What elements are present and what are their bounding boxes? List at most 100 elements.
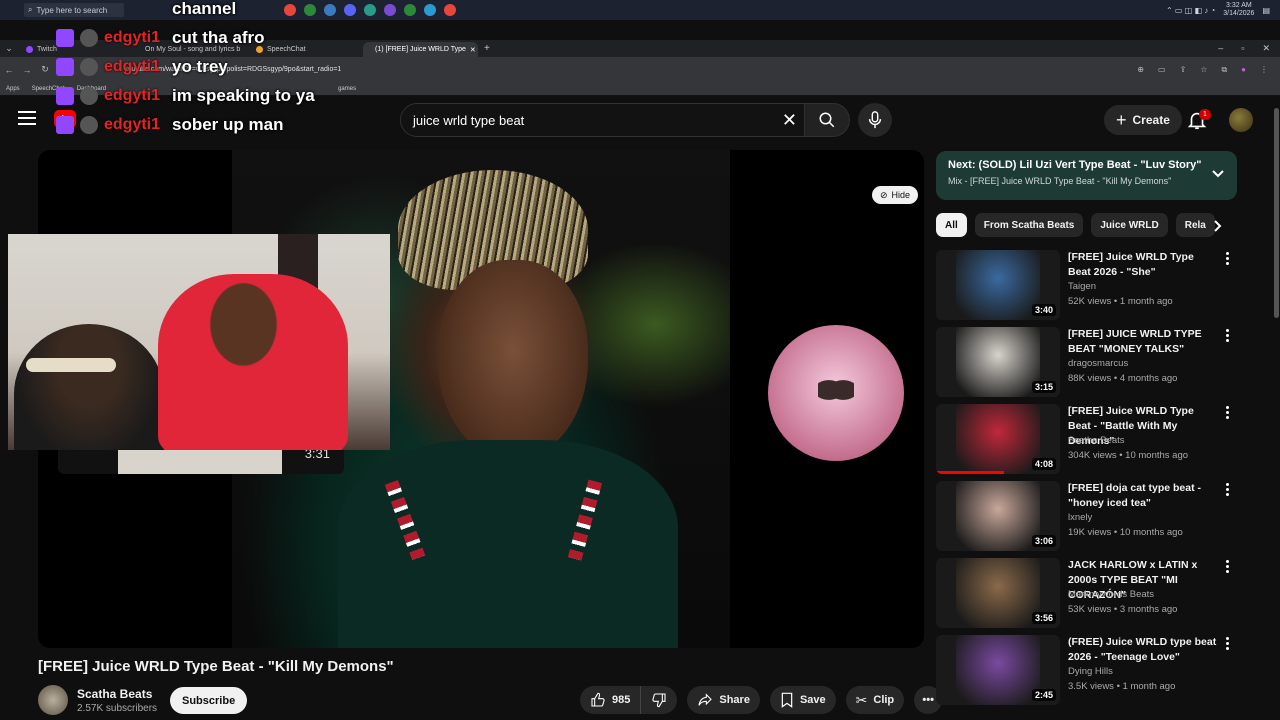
forward-icon[interactable]: → xyxy=(18,65,36,75)
more-vertical-icon[interactable] xyxy=(1226,406,1232,421)
bookmark-apps[interactable]: Apps xyxy=(6,86,20,92)
cast-icon[interactable]: ▭ xyxy=(1158,65,1166,75)
chat-line: edgyti1 im speaking to ya xyxy=(56,81,315,110)
search-input[interactable]: juice wrld type beat ✕ xyxy=(400,103,808,137)
watch-progress-bar xyxy=(936,471,1005,474)
app-icon[interactable] xyxy=(384,4,396,16)
chip-from-channel[interactable]: From Scatha Beats xyxy=(974,213,1084,237)
video-duration: 3:56 xyxy=(1031,612,1056,624)
create-button[interactable]: + Create xyxy=(1104,105,1182,135)
close-window-button[interactable]: ✕ xyxy=(1262,43,1270,54)
bookmark-games[interactable]: games xyxy=(338,86,356,92)
chevron-right-icon[interactable] xyxy=(1212,219,1224,233)
save-label: Save xyxy=(799,694,826,706)
taskbar-clock[interactable]: 3:32 AM 3/14/2026 xyxy=(1223,2,1254,18)
xbox-icon[interactable] xyxy=(404,4,416,16)
share-icon xyxy=(698,693,713,706)
like-button[interactable]: 985 xyxy=(580,686,642,714)
recommendation-item[interactable]: 3:40 [FREE] Juice WRLD Type Beat 2026 - "… xyxy=(936,250,1236,322)
filter-chips: All From Scatha Beats Juice WRLD Rela xyxy=(936,213,1230,237)
recommendation-channel[interactable]: Taigen xyxy=(1068,281,1096,292)
video-thumbnail[interactable]: 3:40 xyxy=(936,250,1060,320)
webcam-person xyxy=(14,324,164,450)
channel-avatar[interactable] xyxy=(38,685,68,715)
discord-icon[interactable] xyxy=(344,4,356,16)
clip-label: Clip xyxy=(873,694,895,706)
recommendation-meta: 3.5K views • 1 month ago xyxy=(1068,681,1176,692)
recommendation-title[interactable]: (FREE) Juice WRLD type beat 2026 - "Teen… xyxy=(1068,635,1218,665)
bookmark-star-icon[interactable]: ☆ xyxy=(1200,65,1207,75)
video-thumbnail[interactable]: 3:56 xyxy=(936,558,1060,628)
more-vertical-icon[interactable] xyxy=(1226,483,1232,498)
avatar xyxy=(80,57,98,76)
edge-icon[interactable] xyxy=(424,4,436,16)
video-thumbnail[interactable]: 3:15 xyxy=(936,327,1060,397)
tray-icons[interactable]: ⌃ ▭ ◫ ◧ ♪ ◔ xyxy=(1166,6,1215,15)
chat-message: yo trey xyxy=(172,56,228,76)
chevron-down-icon[interactable] xyxy=(1211,169,1225,179)
up-next-card[interactable]: Next: (SOLD) Lil Uzi Vert Type Beat - "L… xyxy=(936,151,1237,200)
chip-related[interactable]: Rela xyxy=(1175,213,1215,237)
recommendation-item[interactable]: 3:15 [FREE] JUICE WRLD TYPE BEAT "MONEY T… xyxy=(936,327,1236,399)
recommendation-title[interactable]: [FREE] doja cat type beat - "honey iced … xyxy=(1068,481,1218,511)
chip-juice-wrld[interactable]: Juice WRLD xyxy=(1091,213,1168,237)
profile-icon[interactable]: ● xyxy=(1241,65,1246,75)
video-duration: 3:06 xyxy=(1031,535,1056,547)
preview-thumbnail xyxy=(118,448,282,474)
recommendation-channel[interactable]: lxnely xyxy=(1068,512,1092,523)
dislike-button[interactable] xyxy=(641,686,678,714)
recommendation-title[interactable]: [FREE] Juice WRLD Type Beat 2026 - "She" xyxy=(1068,250,1218,280)
new-tab-button[interactable]: + xyxy=(484,43,490,54)
recommendation-channel[interactable]: Scatha Beats xyxy=(1068,435,1125,446)
notification-icon[interactable]: ▤ xyxy=(1262,6,1270,15)
chip-all[interactable]: All xyxy=(936,213,967,237)
ccleaner-icon[interactable] xyxy=(324,4,336,16)
recommendation-item[interactable]: 3:56 JACK HARLOW x LATIN x 2000s TYPE BEA… xyxy=(936,558,1236,630)
recommendation-channel[interactable]: Dying Hills xyxy=(1068,666,1113,677)
voice-search-button[interactable] xyxy=(858,103,892,137)
clear-search-icon[interactable]: ✕ xyxy=(782,110,797,131)
channel-name[interactable]: Scatha Beats xyxy=(77,687,152,701)
back-icon[interactable]: ← xyxy=(0,65,18,75)
video-thumbnail[interactable]: 2:45 xyxy=(936,635,1060,705)
video-thumbnail[interactable]: 4:08 xyxy=(936,404,1060,474)
recommendation-item[interactable]: 4:08 [FREE] Juice WRLD Type Beat - "Battl… xyxy=(936,404,1236,476)
save-button[interactable]: Save xyxy=(769,686,836,714)
recommendation-item[interactable]: 2:45 (FREE) Juice WRLD type beat 2026 - "… xyxy=(936,635,1236,707)
chat-line: channel xyxy=(56,0,315,23)
search-button[interactable] xyxy=(804,103,850,137)
tab-search-icon[interactable]: ⌄ xyxy=(0,43,18,54)
video-subject-jacket xyxy=(338,440,678,648)
recommendation-item[interactable]: 3:06 [FREE] doja cat type beat - "honey i… xyxy=(936,481,1236,553)
eye-off-icon: ⊘ xyxy=(880,189,888,200)
share-button[interactable]: Share xyxy=(687,686,760,714)
more-vertical-icon[interactable] xyxy=(1226,560,1232,575)
recommendation-channel[interactable]: dragosmarcus xyxy=(1068,358,1128,369)
close-tab-icon[interactable]: ✕ xyxy=(470,46,476,54)
chat-username: edgyti1 xyxy=(104,86,161,104)
chat-username: edgyti1 xyxy=(104,57,161,75)
browser-tab-youtube[interactable]: (1) [FREE] Juice WRLD Type ✕ xyxy=(363,42,478,57)
recommendation-title[interactable]: [FREE] JUICE WRLD TYPE BEAT "MONEY TALKS… xyxy=(1068,327,1218,357)
extensions-icon[interactable]: ⧉ xyxy=(1221,65,1227,75)
more-vertical-icon[interactable] xyxy=(1226,637,1232,652)
menu-icon[interactable] xyxy=(18,111,36,125)
more-vertical-icon[interactable] xyxy=(1226,252,1232,267)
zoom-icon[interactable]: ⊕ xyxy=(1137,65,1144,75)
scrollbar-thumb[interactable] xyxy=(1274,108,1279,318)
hide-overlay-button[interactable]: ⊘ Hide xyxy=(872,186,919,204)
minimize-button[interactable]: – xyxy=(1218,43,1223,54)
more-vertical-icon[interactable] xyxy=(1226,329,1232,344)
reload-icon[interactable]: ↻ xyxy=(36,64,54,75)
bookmark-icon xyxy=(781,692,793,708)
account-avatar[interactable] xyxy=(1229,108,1253,132)
share-icon[interactable]: ⇪ xyxy=(1180,65,1187,75)
subscribe-button[interactable]: Subscribe xyxy=(170,687,248,714)
maximize-button[interactable]: ▫ xyxy=(1241,43,1244,54)
app-icon[interactable] xyxy=(364,4,376,16)
chrome-icon[interactable] xyxy=(444,4,456,16)
video-thumbnail[interactable]: 3:06 xyxy=(936,481,1060,551)
clip-button[interactable]: ✂ Clip xyxy=(845,686,905,714)
recommendation-channel[interactable]: Markmywords Beats xyxy=(1068,589,1154,600)
menu-icon[interactable]: ⋮ xyxy=(1260,65,1268,75)
